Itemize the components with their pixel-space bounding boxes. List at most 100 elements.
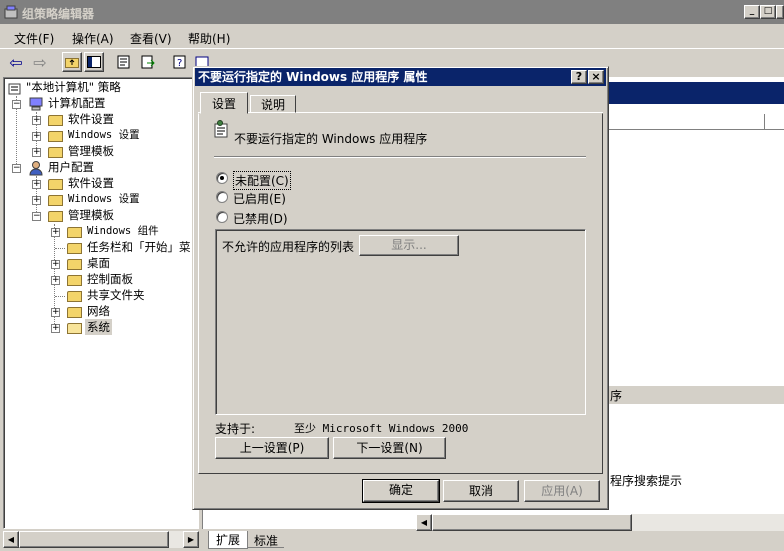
tree-item-shared-folders[interactable]: 共享文件夹 <box>87 287 145 303</box>
window-title: 组策略编辑器 <box>22 7 95 21</box>
scroll-left-button[interactable]: ◀ <box>416 514 432 531</box>
expand-toggle[interactable]: + <box>32 196 41 205</box>
tree-item-admin-templates[interactable]: 管理模板 <box>68 207 114 223</box>
dialog-help-button[interactable]: ? <box>571 70 587 84</box>
separator <box>214 156 586 158</box>
expand-toggle[interactable]: + <box>51 260 60 269</box>
app-icon <box>3 4 19 20</box>
tree-pane: "本地计算机" 策略 − 计算机配置 + 软件设置 + Windows 设置 +… <box>3 77 199 529</box>
menu-help[interactable]: 帮助(H) <box>188 30 230 47</box>
next-setting-button[interactable]: 下一设置(N) <box>333 437 446 459</box>
menu-bar: 文件(F) 操作(A) 查看(V) 帮助(H) <box>0 26 784 46</box>
expand-toggle[interactable]: + <box>32 180 41 189</box>
main-title-bar: 组策略编辑器 _ □ <box>0 0 784 24</box>
maximize-button[interactable]: □ <box>760 5 776 19</box>
expand-toggle[interactable]: − <box>32 212 41 221</box>
expand-toggle[interactable]: − <box>12 100 21 109</box>
tree-item-system[interactable]: 系统 <box>85 319 112 335</box>
details-row-band: 序 <box>606 386 784 404</box>
policy-root-icon <box>8 81 22 98</box>
policy-icon <box>214 120 230 141</box>
expand-toggle[interactable]: + <box>51 308 60 317</box>
folder-icon <box>67 307 82 318</box>
ok-button[interactable]: 确定 <box>362 479 440 503</box>
tree-item-software[interactable]: 软件设置 <box>68 175 114 191</box>
radio-disabled-label[interactable]: 已禁用(D) <box>233 210 288 227</box>
folder-icon <box>67 259 82 270</box>
back-arrow-icon[interactable]: ⇦ <box>6 52 26 72</box>
folder-icon <box>48 195 63 206</box>
expand-toggle[interactable]: + <box>51 228 60 237</box>
help-icon[interactable]: ? <box>170 52 190 72</box>
tree-item-software[interactable]: 软件设置 <box>68 111 114 127</box>
computer-icon <box>28 97 44 114</box>
expand-toggle[interactable]: + <box>51 276 60 285</box>
up-folder-icon[interactable] <box>62 52 82 72</box>
radio-disabled[interactable] <box>216 211 228 223</box>
tree-item-windows-settings[interactable]: Windows 设置 <box>68 191 140 207</box>
expand-toggle[interactable]: + <box>32 148 41 157</box>
menu-view[interactable]: 查看(V) <box>130 30 172 47</box>
scroll-right-button[interactable]: ▶ <box>183 531 199 548</box>
options-group <box>215 229 586 415</box>
tree-item-admin-templates[interactable]: 管理模板 <box>68 143 114 159</box>
previous-setting-button[interactable]: 上一设置(P) <box>215 437 329 459</box>
view-tabs: 扩展 标准 <box>202 531 784 551</box>
menu-file[interactable]: 文件(F) <box>14 30 54 47</box>
tree-item-computer-config[interactable]: 计算机配置 <box>48 95 106 111</box>
tab-explain[interactable]: 说明 <box>250 95 296 113</box>
tab-standard[interactable]: 标准 <box>248 532 284 548</box>
properties-icon[interactable] <box>114 52 134 72</box>
supported-value: 至少 Microsoft Windows 2000 <box>294 422 469 435</box>
radio-enabled-label[interactable]: 已启用(E) <box>233 190 286 207</box>
dialog-close-button[interactable]: × <box>588 70 604 84</box>
tree-item-desktop[interactable]: 桌面 <box>87 255 110 271</box>
minimize-button[interactable]: _ <box>744 5 760 19</box>
cancel-button[interactable]: 取消 <box>443 480 519 502</box>
supported-label: 支持于: <box>215 422 256 436</box>
folder-icon <box>67 227 82 238</box>
expand-toggle[interactable]: − <box>12 164 21 173</box>
expand-toggle[interactable]: + <box>32 132 41 141</box>
tree-item-control-panel[interactable]: 控制面板 <box>87 271 133 287</box>
expand-toggle[interactable]: + <box>32 116 41 125</box>
scroll-thumb[interactable] <box>432 514 632 531</box>
column-header[interactable] <box>606 114 784 130</box>
apply-button[interactable]: 应用(A) <box>524 480 600 502</box>
details-header-band <box>606 82 784 104</box>
policy-name: 不要运行指定的 Windows 应用程序 <box>234 132 428 146</box>
user-icon <box>28 160 44 179</box>
close-button[interactable] <box>776 5 784 19</box>
details-partial-row[interactable]: 程序搜索提示 <box>610 472 682 489</box>
radio-not-configured-label[interactable]: 未配置(C) <box>233 171 291 190</box>
show-button[interactable]: 显示... <box>359 235 459 256</box>
scroll-left-button[interactable]: ◀ <box>3 531 19 548</box>
details-partial-text: 序 <box>610 389 623 403</box>
tree-item-user-config[interactable]: 用户配置 <box>48 159 94 175</box>
tree-item-windows-components[interactable]: Windows 组件 <box>87 223 159 239</box>
folder-icon <box>48 115 63 126</box>
details-horizontal-scrollbar[interactable]: ◀ <box>416 514 784 531</box>
radio-not-configured[interactable] <box>216 172 228 184</box>
expand-toggle[interactable]: + <box>51 324 60 333</box>
forward-arrow-icon[interactable]: ⇨ <box>30 52 50 72</box>
tree-item-network[interactable]: 网络 <box>87 303 110 319</box>
tree-horizontal-scrollbar[interactable]: ◀ ▶ <box>3 531 199 548</box>
tab-settings[interactable]: 设置 <box>200 92 248 114</box>
disallowed-list-label: 不允许的应用程序的列表 <box>222 240 355 254</box>
radio-enabled[interactable] <box>216 191 228 203</box>
tab-extended[interactable]: 扩展 <box>208 531 248 549</box>
folder-icon <box>67 291 82 302</box>
export-list-icon[interactable] <box>138 52 158 72</box>
folder-icon <box>48 131 63 142</box>
dialog-title: 不要运行指定的 Windows 应用程序 属性 <box>198 70 428 84</box>
tree-item-taskbar-start[interactable]: 任务栏和「开始」菜 <box>87 239 197 255</box>
menu-action[interactable]: 操作(A) <box>72 30 114 47</box>
show-hide-tree-icon[interactable] <box>84 52 104 72</box>
folder-icon <box>48 147 63 158</box>
folder-icon <box>48 211 63 222</box>
scroll-thumb[interactable] <box>19 531 169 548</box>
tree-root[interactable]: "本地计算机" 策略 <box>26 79 121 95</box>
dialog-title-bar: 不要运行指定的 Windows 应用程序 属性 ? × <box>195 68 606 86</box>
tree-item-windows-settings[interactable]: Windows 设置 <box>68 127 140 143</box>
